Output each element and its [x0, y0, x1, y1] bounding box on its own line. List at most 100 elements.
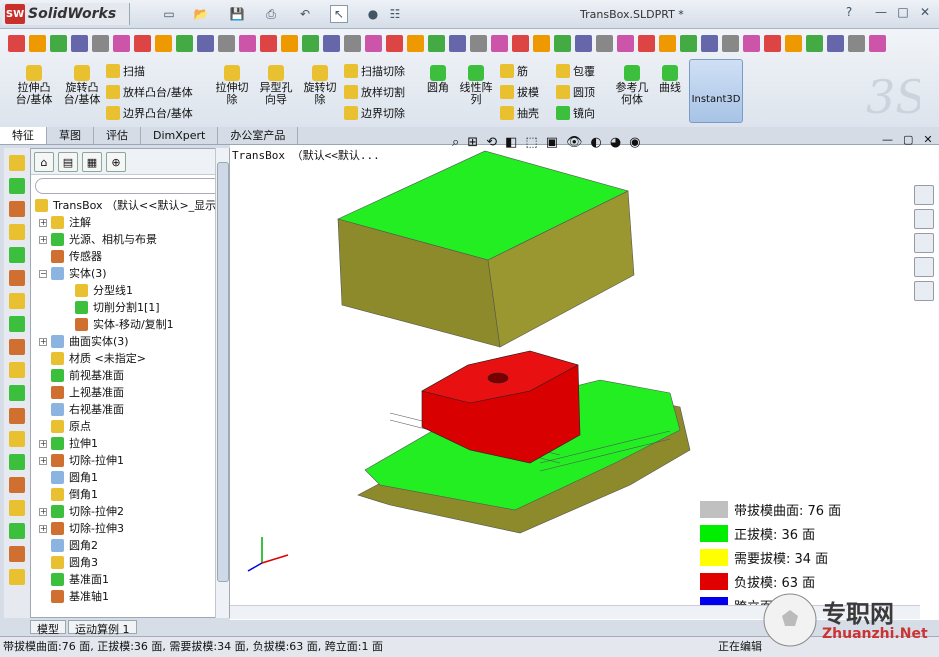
resources-icon[interactable] [914, 185, 934, 205]
tree-node[interactable]: + 曲面实体(3) [31, 333, 229, 350]
sketch-tool-icon[interactable] [9, 201, 25, 217]
curves-button[interactable]: 曲线 [655, 65, 685, 94]
tree-node[interactable]: + 拉伸1 [31, 435, 229, 452]
undo-icon[interactable]: ↶ [296, 5, 314, 23]
graphics-area[interactable]: TransBox （默认<<默认... ⌕ ⊞ ⟲ ◧ ⬚ ▣ 👁 ◐ ◕ ◉ … [230, 133, 939, 620]
sketch-tool-icon[interactable] [9, 431, 25, 447]
toolbar-tool-icon[interactable] [155, 34, 172, 52]
toolbar-tool-icon[interactable] [50, 34, 67, 52]
sketch-tool-icon[interactable] [9, 546, 25, 562]
tree-node[interactable]: 基准面1 [31, 571, 229, 588]
toolbar-tool-icon[interactable] [491, 34, 508, 52]
toolbar-tool-icon[interactable] [302, 34, 319, 52]
tree-node[interactable]: 右视基准面 [31, 401, 229, 418]
mirror-button[interactable]: 镜向 [556, 105, 595, 121]
tree-node[interactable]: 圆角2 [31, 537, 229, 554]
select-arrow-icon[interactable]: ↖ [330, 5, 348, 23]
revolve-cut-button[interactable]: 旋转切 除 [298, 65, 342, 106]
toolbar-tool-icon[interactable] [785, 34, 802, 52]
expand-toggle-icon[interactable]: − [39, 270, 47, 278]
tree-node[interactable]: + 切除-拉伸3 [31, 520, 229, 537]
instant3d-button[interactable]: Instant3D [689, 59, 743, 123]
minimize-button[interactable]: — [872, 5, 890, 23]
sketch-tool-icon[interactable] [9, 316, 25, 332]
expand-toggle-icon[interactable]: + [39, 508, 47, 516]
toolbar-tool-icon[interactable] [8, 34, 25, 52]
wrap-button[interactable]: 包覆 [556, 63, 595, 79]
toolbar-tool-icon[interactable] [428, 34, 445, 52]
sketch-tool-icon[interactable] [9, 523, 25, 539]
file-explorer-icon[interactable] [914, 233, 934, 253]
toolbar-tool-icon[interactable] [554, 34, 571, 52]
shell-button[interactable]: 抽壳 [500, 105, 539, 121]
toolbar-tool-icon[interactable] [617, 34, 634, 52]
options-icon[interactable]: ☷ [386, 5, 404, 23]
rib-button[interactable]: 筋 [500, 63, 528, 79]
sweep-button[interactable]: 扫描 [106, 63, 145, 79]
toolbar-tool-icon[interactable] [239, 34, 256, 52]
tree-node[interactable]: 分型线1 [31, 282, 229, 299]
tab-dimxpert[interactable]: DimXpert [141, 127, 219, 144]
property-manager-tab-icon[interactable]: ▤ [58, 152, 78, 172]
toolbar-tool-icon[interactable] [659, 34, 676, 52]
appearances-icon[interactable] [914, 281, 934, 301]
expand-toggle-icon[interactable]: + [39, 236, 47, 244]
revolve-boss-button[interactable]: 旋转凸 台/基体 [60, 65, 104, 106]
tree-node[interactable]: 基准轴1 [31, 588, 229, 605]
toolbar-tool-icon[interactable] [344, 34, 361, 52]
tree-node[interactable]: + 注解 [31, 214, 229, 231]
sketch-tool-icon[interactable] [9, 500, 25, 516]
toolbar-tool-icon[interactable] [743, 34, 760, 52]
tree-node[interactable]: 圆角3 [31, 554, 229, 571]
new-document-icon[interactable]: ▭ [160, 5, 178, 23]
tree-node[interactable]: + 切除-拉伸2 [31, 503, 229, 520]
toolbar-tool-icon[interactable] [596, 34, 613, 52]
sketch-tool-icon[interactable] [9, 155, 25, 171]
sweep-cut-button[interactable]: 扫描切除 [344, 63, 405, 79]
feature-tree-tab-icon[interactable]: ⌂ [34, 152, 54, 172]
save-icon[interactable]: 💾 [228, 5, 246, 23]
solidworks-logo[interactable]: SW SolidWorks [2, 3, 130, 25]
toolbar-tool-icon[interactable] [92, 34, 109, 52]
expand-toggle-icon[interactable]: + [39, 525, 47, 533]
expand-toggle-icon[interactable]: + [39, 457, 47, 465]
tab-evaluate[interactable]: 评估 [94, 127, 141, 144]
sketch-tool-icon[interactable] [9, 454, 25, 470]
toolbar-tool-icon[interactable] [260, 34, 277, 52]
toolbar-tool-icon[interactable] [323, 34, 340, 52]
toolbar-tool-icon[interactable] [848, 34, 865, 52]
tree-node[interactable]: 圆角1 [31, 469, 229, 486]
toolbar-tool-icon[interactable] [806, 34, 823, 52]
sketch-tool-icon[interactable] [9, 362, 25, 378]
tree-node[interactable]: 传感器 [31, 248, 229, 265]
toolbar-tool-icon[interactable] [869, 34, 886, 52]
reference-geometry-button[interactable]: 参考几 何体 [610, 65, 654, 106]
fillet-button[interactable]: 圆角 [422, 65, 454, 94]
sketch-tool-icon[interactable] [9, 270, 25, 286]
toolbar-tool-icon[interactable] [71, 34, 88, 52]
sketch-tool-icon[interactable] [9, 247, 25, 263]
toolbar-tool-icon[interactable] [827, 34, 844, 52]
extrude-boss-button[interactable]: 拉伸凸 台/基体 [12, 65, 56, 106]
toolbar-tool-icon[interactable] [575, 34, 592, 52]
sketch-tool-icon[interactable] [9, 178, 25, 194]
tab-motion-study[interactable]: 运动算例 1 [68, 620, 137, 636]
draft-button[interactable]: 拔模 [500, 84, 539, 100]
sketch-tool-icon[interactable] [9, 385, 25, 401]
print-icon[interactable]: ⎙ [262, 5, 280, 23]
tree-node[interactable]: 上视基准面 [31, 384, 229, 401]
dimxpert-tab-icon[interactable]: ⊕ [106, 152, 126, 172]
tab-sketch[interactable]: 草图 [47, 127, 94, 144]
tree-node[interactable]: 原点 [31, 418, 229, 435]
boundary-boss-button[interactable]: 边界凸台/基体 [106, 105, 193, 121]
tree-node[interactable]: 倒角1 [31, 486, 229, 503]
toolbar-tool-icon[interactable] [638, 34, 655, 52]
toolbar-tool-icon[interactable] [218, 34, 235, 52]
toolbar-tool-icon[interactable] [533, 34, 550, 52]
close-button[interactable]: ✕ [916, 5, 934, 23]
linear-pattern-button[interactable]: 线性阵 列 [454, 65, 498, 106]
loft-button[interactable]: 放样凸台/基体 [106, 84, 193, 100]
tree-node[interactable]: − 实体(3) [31, 265, 229, 282]
sketch-tool-icon[interactable] [9, 224, 25, 240]
toolbar-tool-icon[interactable] [113, 34, 130, 52]
